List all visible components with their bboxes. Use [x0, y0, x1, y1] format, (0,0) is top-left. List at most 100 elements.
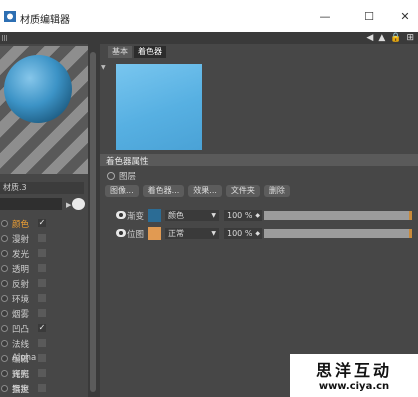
app-icon	[4, 11, 16, 22]
blend-mode-select[interactable]: 正常 ▼	[165, 228, 219, 239]
channel-checkbox[interactable]	[38, 249, 46, 257]
attribute-panel: 基本 着色器 ▼ 着色器属性 图层 图像... 着色器... 效果... 文件夹…	[100, 44, 418, 397]
eye-icon[interactable]	[116, 211, 126, 219]
channel-radio[interactable]	[1, 295, 8, 302]
layer-label: 图层	[119, 172, 137, 182]
material-bar[interactable]	[0, 198, 62, 210]
layer-color-swatch[interactable]	[148, 209, 161, 222]
opacity-input[interactable]: 100 % ◆	[224, 210, 262, 221]
channel-radio[interactable]	[1, 220, 8, 227]
extra-edit[interactable]: 编辑	[12, 353, 29, 365]
slider-handle[interactable]	[409, 211, 412, 220]
minimize-button[interactable]: —	[310, 8, 340, 26]
scrollbar[interactable]	[88, 44, 100, 397]
channel-checkbox[interactable]	[38, 369, 46, 377]
extra-assign[interactable]: 指定	[12, 383, 29, 395]
collapse-arrow-icon[interactable]: ▼	[101, 64, 106, 71]
channel-item[interactable]: 环境	[0, 292, 88, 306]
slider-fill	[264, 211, 412, 220]
channel-checkbox[interactable]	[38, 354, 46, 362]
toolbar: ◀ ▲ 🔒 ⊞	[0, 32, 418, 44]
layer-row: 渐变 颜色 ▼ 100 % ◆	[116, 209, 416, 223]
expand-icon[interactable]: ⊞	[406, 33, 414, 43]
channel-label: 凹凸	[12, 325, 30, 335]
channel-checkbox[interactable]	[38, 384, 46, 392]
lock-icon[interactable]: 🔒	[390, 33, 401, 43]
play-arrow-icon[interactable]: ▶	[66, 201, 71, 209]
channel-radio[interactable]	[1, 265, 8, 272]
grip-handle[interactable]	[2, 35, 8, 41]
channel-label: 烟雾	[12, 310, 30, 320]
image-button[interactable]: 图像...	[105, 185, 139, 197]
tab-basic[interactable]: 基本	[108, 46, 132, 58]
channel-label: 反射	[12, 280, 30, 290]
tab-shader[interactable]: 着色器	[134, 46, 166, 58]
extra-light[interactable]: 光照	[12, 368, 29, 380]
section-title: 着色器属性	[106, 157, 149, 167]
watermark: 思洋互动 www.ciya.cn	[290, 354, 418, 397]
watermark-title: 思洋互动	[315, 361, 392, 380]
opacity-input[interactable]: 100 % ◆	[224, 228, 262, 239]
title-bar: 材质编辑器 — ☐ ✕	[0, 0, 418, 32]
channel-radio[interactable]	[1, 250, 8, 257]
channel-checkbox[interactable]	[38, 234, 46, 242]
maximize-button[interactable]: ☐	[354, 8, 384, 26]
channel-checkbox[interactable]	[38, 264, 46, 272]
channel-radio[interactable]	[1, 235, 8, 242]
shader-button[interactable]: 着色器...	[142, 185, 185, 197]
channel-item[interactable]: 烟雾	[0, 307, 88, 321]
up-arrow-icon[interactable]: ▲	[378, 33, 385, 43]
stepper-icon[interactable]: ◆	[255, 210, 260, 221]
texture-preview	[116, 64, 202, 150]
material-preview[interactable]	[0, 46, 88, 174]
blend-mode-value: 颜色	[168, 211, 184, 220]
channel-radio[interactable]	[1, 310, 8, 317]
channel-item[interactable]: 凹凸 ✓	[0, 322, 88, 336]
channel-checkbox[interactable]	[38, 309, 46, 317]
channel-checkbox[interactable]	[38, 339, 46, 347]
window-title: 材质编辑器	[20, 15, 70, 26]
channel-checkbox[interactable]: ✓	[38, 324, 46, 332]
channel-radio[interactable]	[1, 385, 8, 392]
channel-item[interactable]: 法线	[0, 337, 88, 351]
back-arrow-icon[interactable]: ◀	[366, 33, 373, 43]
layer-name: 渐变	[127, 212, 145, 222]
opacity-value: 100 %	[227, 229, 253, 238]
watermark-url: www.ciya.cn	[318, 381, 390, 392]
opacity-slider[interactable]	[264, 211, 412, 220]
close-button[interactable]: ✕	[390, 8, 418, 26]
scrollbar-thumb[interactable]	[90, 52, 96, 392]
channel-checkbox[interactable]: ✓	[38, 219, 46, 227]
channel-checkbox[interactable]	[38, 279, 46, 287]
channel-label: 法线	[12, 340, 30, 350]
channel-checkbox[interactable]	[38, 294, 46, 302]
layer-color-swatch[interactable]	[148, 227, 161, 240]
opacity-slider[interactable]	[264, 229, 412, 238]
channel-radio[interactable]	[1, 355, 8, 362]
channel-radio[interactable]	[1, 340, 8, 347]
channel-radio[interactable]	[1, 370, 8, 377]
channel-radio[interactable]	[1, 280, 8, 287]
channel-item[interactable]: 漫射	[0, 232, 88, 246]
folder-button[interactable]: 文件夹	[225, 185, 260, 197]
layer-row: 位图 正常 ▼ 100 % ◆	[116, 227, 416, 241]
blend-mode-value: 正常	[168, 229, 184, 238]
opacity-value: 100 %	[227, 211, 253, 220]
picker-icon[interactable]	[72, 198, 85, 210]
stepper-icon[interactable]: ◆	[255, 228, 260, 239]
channel-item[interactable]: 颜色 ✓	[0, 217, 88, 231]
channel-label: 透明	[12, 265, 30, 275]
layer-radio[interactable]	[107, 172, 115, 180]
channel-item[interactable]: 反射	[0, 277, 88, 291]
delete-button[interactable]: 删除	[263, 185, 290, 197]
channel-label: 环境	[12, 295, 30, 305]
channel-item[interactable]: 透明	[0, 262, 88, 276]
eye-icon[interactable]	[116, 229, 126, 237]
material-name-field[interactable]: 材质.3	[0, 182, 84, 194]
channel-radio[interactable]	[1, 325, 8, 332]
channel-item[interactable]: 发光	[0, 247, 88, 261]
blend-mode-select[interactable]: 颜色 ▼	[165, 210, 219, 221]
slider-handle[interactable]	[409, 229, 412, 238]
channel-sidebar: 材质.3 ▶ 颜色 ✓ 漫射 发光 透明 反射 环境 烟雾 凹凸 ✓ 法线 Alpha 辉光 置换 编辑 …	[0, 44, 88, 397]
effect-button[interactable]: 效果...	[188, 185, 222, 197]
